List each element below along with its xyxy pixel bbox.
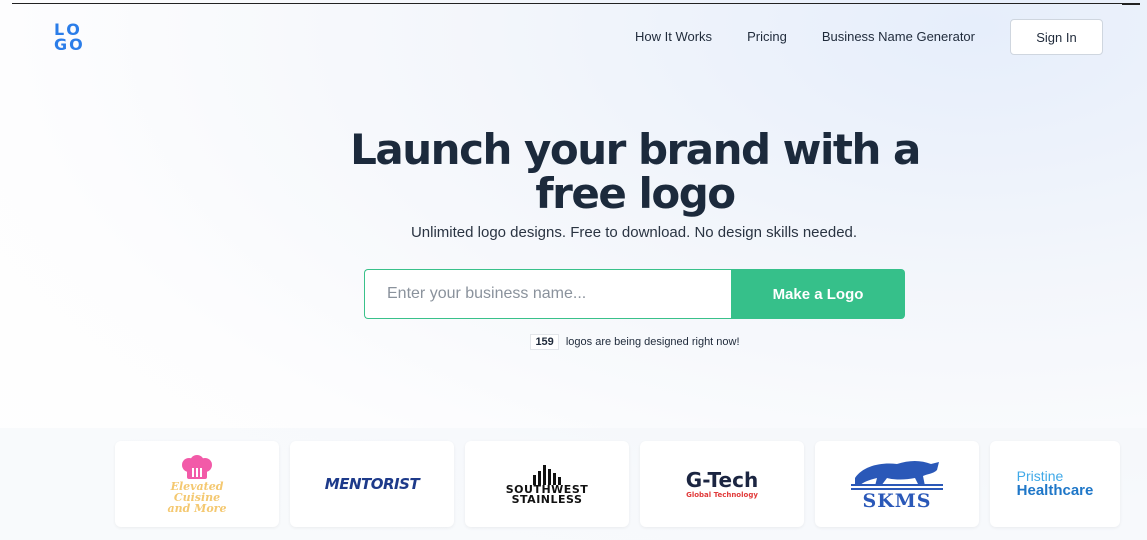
counter-value: 159 xyxy=(530,334,559,350)
panther-icon xyxy=(851,461,943,490)
sample-logo-text: SOUTHWEST STAINLESS xyxy=(505,483,589,506)
sample-logo-card[interactable]: MENTORIST xyxy=(290,441,454,527)
sample-logo-text: SKMS xyxy=(862,490,932,512)
logo-letter: O xyxy=(69,35,83,54)
counter-text: logos are being designed right now! xyxy=(565,336,740,348)
sample-logo-text: Pristine Healthcare xyxy=(1016,468,1094,499)
top-border-mark xyxy=(1122,3,1140,5)
hero-subheadline: Unlimited logo designs. Free to download… xyxy=(410,224,858,241)
main-nav: How It Works Pricing Business Name Gener… xyxy=(635,18,1103,56)
top-border-line xyxy=(12,3,1139,4)
sample-logo-card[interactable]: SKMS xyxy=(815,441,979,527)
sample-logos-carousel: Elevated Cuisine and More MENTORIST SOUT… xyxy=(115,441,1120,527)
chef-hat-icon xyxy=(181,454,212,479)
nav-how-it-works[interactable]: How It Works xyxy=(635,18,712,56)
live-counter: 159 logos are being designed right now! xyxy=(0,334,1147,350)
headline-line-1: Launch your brand with a xyxy=(350,125,921,174)
logo-letter: G xyxy=(54,35,68,54)
sample-logo-card[interactable]: G-Tech Global Technology xyxy=(640,441,804,527)
sample-logo-card[interactable]: Elevated Cuisine and More xyxy=(115,441,279,527)
sign-in-button[interactable]: Sign In xyxy=(1010,19,1103,55)
sample-logo-tagline: Global Technology xyxy=(686,491,758,499)
business-name-form: Make a Logo xyxy=(364,269,905,319)
sample-logo-text: MENTORIST xyxy=(324,475,420,493)
city-skyline-icon xyxy=(533,465,561,485)
sample-logo-text: G-Tech xyxy=(685,468,759,492)
business-name-input[interactable] xyxy=(364,269,731,319)
nav-pricing[interactable]: Pricing xyxy=(747,18,787,56)
nav-business-name-generator[interactable]: Business Name Generator xyxy=(822,18,975,56)
sample-logo-text: Elevated Cuisine and More xyxy=(167,479,227,515)
headline-line-2: free logo xyxy=(535,169,736,218)
site-logo[interactable]: L O G O xyxy=(54,22,96,54)
make-logo-button[interactable]: Make a Logo xyxy=(731,269,905,319)
sample-logo-card[interactable]: SOUTHWEST STAINLESS xyxy=(465,441,629,527)
sample-logo-card[interactable]: Pristine Healthcare xyxy=(990,441,1120,527)
hero-headline: Launch your brand with a free logo xyxy=(0,128,1147,216)
